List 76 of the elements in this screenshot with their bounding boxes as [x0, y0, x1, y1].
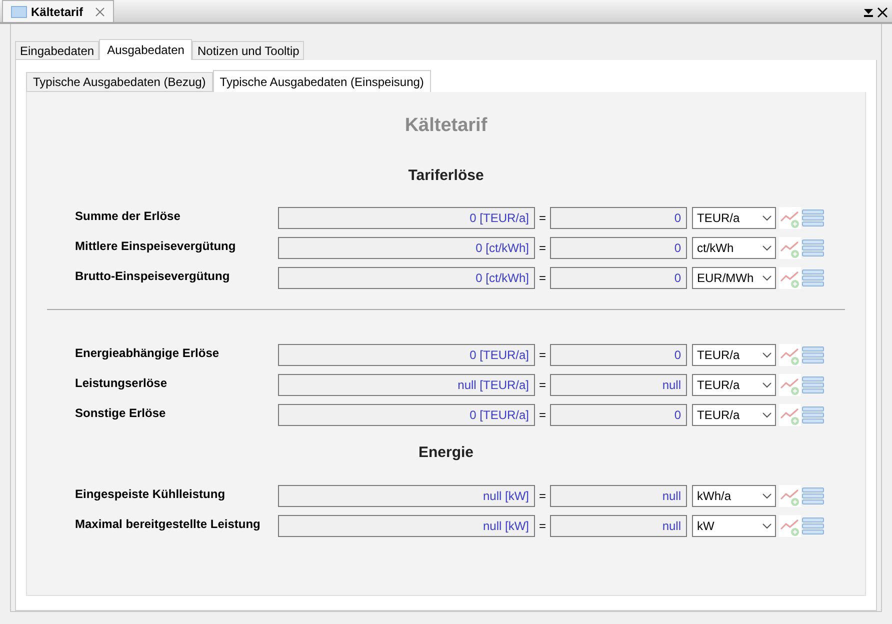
chevron-down-icon	[762, 215, 772, 221]
equals-sign: =	[538, 518, 547, 534]
chart-add-icon[interactable]	[779, 237, 801, 259]
formula-field[interactable]: 0 [TEUR/a]	[278, 344, 535, 366]
unit-dropdown[interactable]: TEUR/a	[692, 344, 776, 366]
result-field[interactable]: null	[550, 484, 687, 506]
dropdown-icon[interactable]	[864, 8, 873, 17]
result-field[interactable]: 0	[550, 267, 687, 289]
chevron-down-icon	[762, 275, 772, 281]
section-title: Tariferlöse	[407, 166, 485, 186]
result-field[interactable]: 0	[550, 237, 687, 259]
field-label: Sonstige Erlöse	[74, 405, 167, 422]
tab[interactable]: Ausgabedaten	[99, 39, 192, 60]
unit-dropdown[interactable]: TEUR/a	[692, 404, 776, 426]
list-icon[interactable]	[802, 406, 824, 424]
list-icon[interactable]	[802, 209, 824, 227]
chart-add-icon[interactable]	[779, 207, 801, 229]
document-tab[interactable]: Kältetarif	[2, 0, 114, 22]
chevron-down-icon	[762, 412, 772, 418]
list-icon[interactable]	[802, 516, 824, 534]
list-icon[interactable]	[802, 376, 824, 394]
field-label: Brutto-Einspeisevergütung	[74, 268, 231, 285]
tab[interactable]: Eingabedaten	[15, 41, 100, 60]
field-label: Eingespeiste Kühlleistung	[74, 486, 226, 502]
chart-add-icon[interactable]	[779, 374, 801, 396]
chart-add-icon[interactable]	[779, 514, 801, 536]
chart-add-icon[interactable]	[779, 484, 801, 506]
chevron-down-icon	[762, 382, 772, 388]
field-label: Summe der Erlöse	[74, 208, 182, 225]
field-label: Energieabhängige Erlöse	[74, 345, 220, 362]
result-field[interactable]: 0	[550, 404, 687, 426]
formula-field[interactable]: null [kW]	[278, 484, 535, 506]
unit-dropdown[interactable]: kW	[692, 514, 776, 536]
list-icon[interactable]	[802, 346, 824, 364]
result-field[interactable]: 0	[550, 207, 687, 229]
equals-sign: =	[538, 407, 547, 424]
unit-dropdown[interactable]: EUR/MWh	[692, 267, 776, 289]
field-label: Leistungserlöse	[74, 375, 168, 392]
chart-add-icon[interactable]	[779, 267, 801, 289]
equals-sign: =	[538, 488, 547, 504]
formula-field[interactable]: 0 [TEUR/a]	[278, 404, 535, 426]
formula-field[interactable]: null [kW]	[278, 514, 535, 536]
tab[interactable]: Typische Ausgabedaten (Bezug)	[26, 72, 213, 92]
result-field[interactable]: null	[550, 374, 687, 396]
chevron-down-icon	[762, 352, 772, 358]
section-title: Energie	[417, 443, 475, 463]
list-icon[interactable]	[802, 486, 824, 504]
unit-dropdown[interactable]: TEUR/a	[692, 207, 776, 229]
unit-dropdown[interactable]: kWh/a	[692, 484, 776, 506]
equals-sign: =	[538, 347, 547, 364]
formula-field[interactable]: 0 [TEUR/a]	[278, 207, 535, 229]
folder-icon	[11, 6, 27, 18]
chart-add-icon[interactable]	[779, 344, 801, 366]
result-field[interactable]: 0	[550, 344, 687, 366]
formula-field[interactable]: null [TEUR/a]	[278, 374, 535, 396]
list-icon[interactable]	[802, 239, 824, 257]
tab[interactable]: Typische Ausgabedaten (Einspeisung)	[212, 70, 431, 92]
formula-field[interactable]: 0 [ct/kWh]	[278, 237, 535, 259]
chevron-down-icon	[762, 522, 772, 528]
chart-add-icon[interactable]	[779, 404, 801, 426]
chevron-down-icon	[762, 492, 772, 498]
chevron-down-icon	[762, 245, 772, 251]
field-label: Maximal bereitgestellte Leistung	[74, 516, 262, 532]
result-field[interactable]: null	[550, 514, 687, 536]
equals-sign: =	[538, 240, 547, 257]
unit-dropdown[interactable]: ct/kWh	[692, 237, 776, 259]
page-title: Kältetarif	[404, 114, 488, 138]
close-icon[interactable]	[877, 7, 888, 18]
field-label: Mittlere Einspeisevergütung	[74, 238, 237, 255]
tab[interactable]: Notizen und Tooltip	[192, 41, 304, 60]
equals-sign: =	[538, 270, 547, 287]
list-icon[interactable]	[802, 269, 824, 287]
equals-sign: =	[538, 210, 547, 227]
equals-sign: =	[538, 377, 547, 394]
formula-field[interactable]: 0 [ct/kWh]	[278, 267, 535, 289]
unit-dropdown[interactable]: TEUR/a	[692, 374, 776, 396]
